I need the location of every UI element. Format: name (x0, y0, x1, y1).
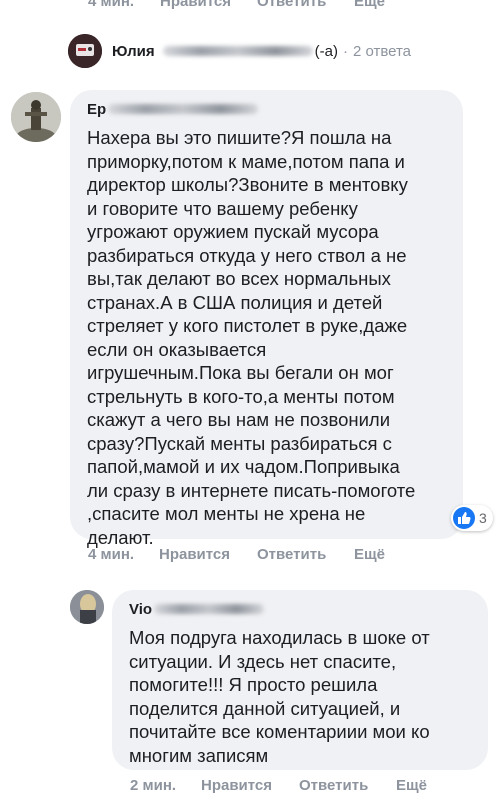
comment-author[interactable]: Ер (87, 98, 449, 120)
reply-author-suffix: (-а) (314, 42, 338, 60)
like-link[interactable]: Нравится (159, 546, 257, 563)
comment-actions: 4 мин. Нравится Ответить Ещё (88, 546, 385, 563)
comment-author[interactable]: Vio (129, 598, 474, 620)
like-link[interactable]: Нравится (160, 0, 257, 10)
reply-link[interactable]: Ответить (257, 0, 354, 10)
dot-separator: · (342, 42, 348, 60)
blurred-name (108, 104, 259, 114)
more-link[interactable]: Ещё (396, 777, 427, 794)
comment-actions: 2 мин. Нравится Ответить Ещё (130, 777, 427, 794)
comment-bubble: Vio Моя подруга находилась в шоке от сит… (112, 590, 488, 770)
comment-text: Моя подруга находилась в шоке от ситуаци… (129, 627, 430, 766)
more-link[interactable]: Ещё (354, 0, 385, 10)
more-link[interactable]: Ещё (354, 546, 385, 563)
author-name[interactable]: Ер (87, 101, 106, 118)
avatar[interactable] (11, 92, 61, 142)
like-link[interactable]: Нравится (201, 777, 299, 794)
thumbs-up-icon (453, 507, 475, 529)
comment-bubble: Ер Нахера вы это пишите?Я пошла на примо… (70, 90, 463, 548)
timestamp: 4 мин. (88, 0, 135, 10)
top-comment-actions: 4 мин. Нравится Ответить Ещё (88, 0, 385, 10)
avatar (68, 34, 102, 68)
avatar[interactable] (70, 590, 104, 624)
comment-text: Нахера вы это пишите?Я пошла на приморку… (87, 127, 416, 548)
blurred-name (154, 604, 265, 614)
author-name[interactable]: Vio (129, 601, 152, 618)
reply-count-link[interactable]: 2 ответа (353, 43, 411, 60)
timestamp: 4 мин. (88, 546, 135, 563)
reply-link[interactable]: Ответить (257, 546, 354, 563)
reply-author-name[interactable]: Юлия (112, 43, 155, 60)
reply-link[interactable]: Ответить (299, 777, 396, 794)
reply-summary[interactable]: Юлия (-а) · 2 ответа (68, 34, 411, 68)
timestamp: 2 мин. (130, 777, 177, 794)
like-count: 3 (479, 510, 487, 526)
like-count-badge[interactable]: 3 (451, 505, 493, 531)
blurred-name (162, 46, 313, 56)
